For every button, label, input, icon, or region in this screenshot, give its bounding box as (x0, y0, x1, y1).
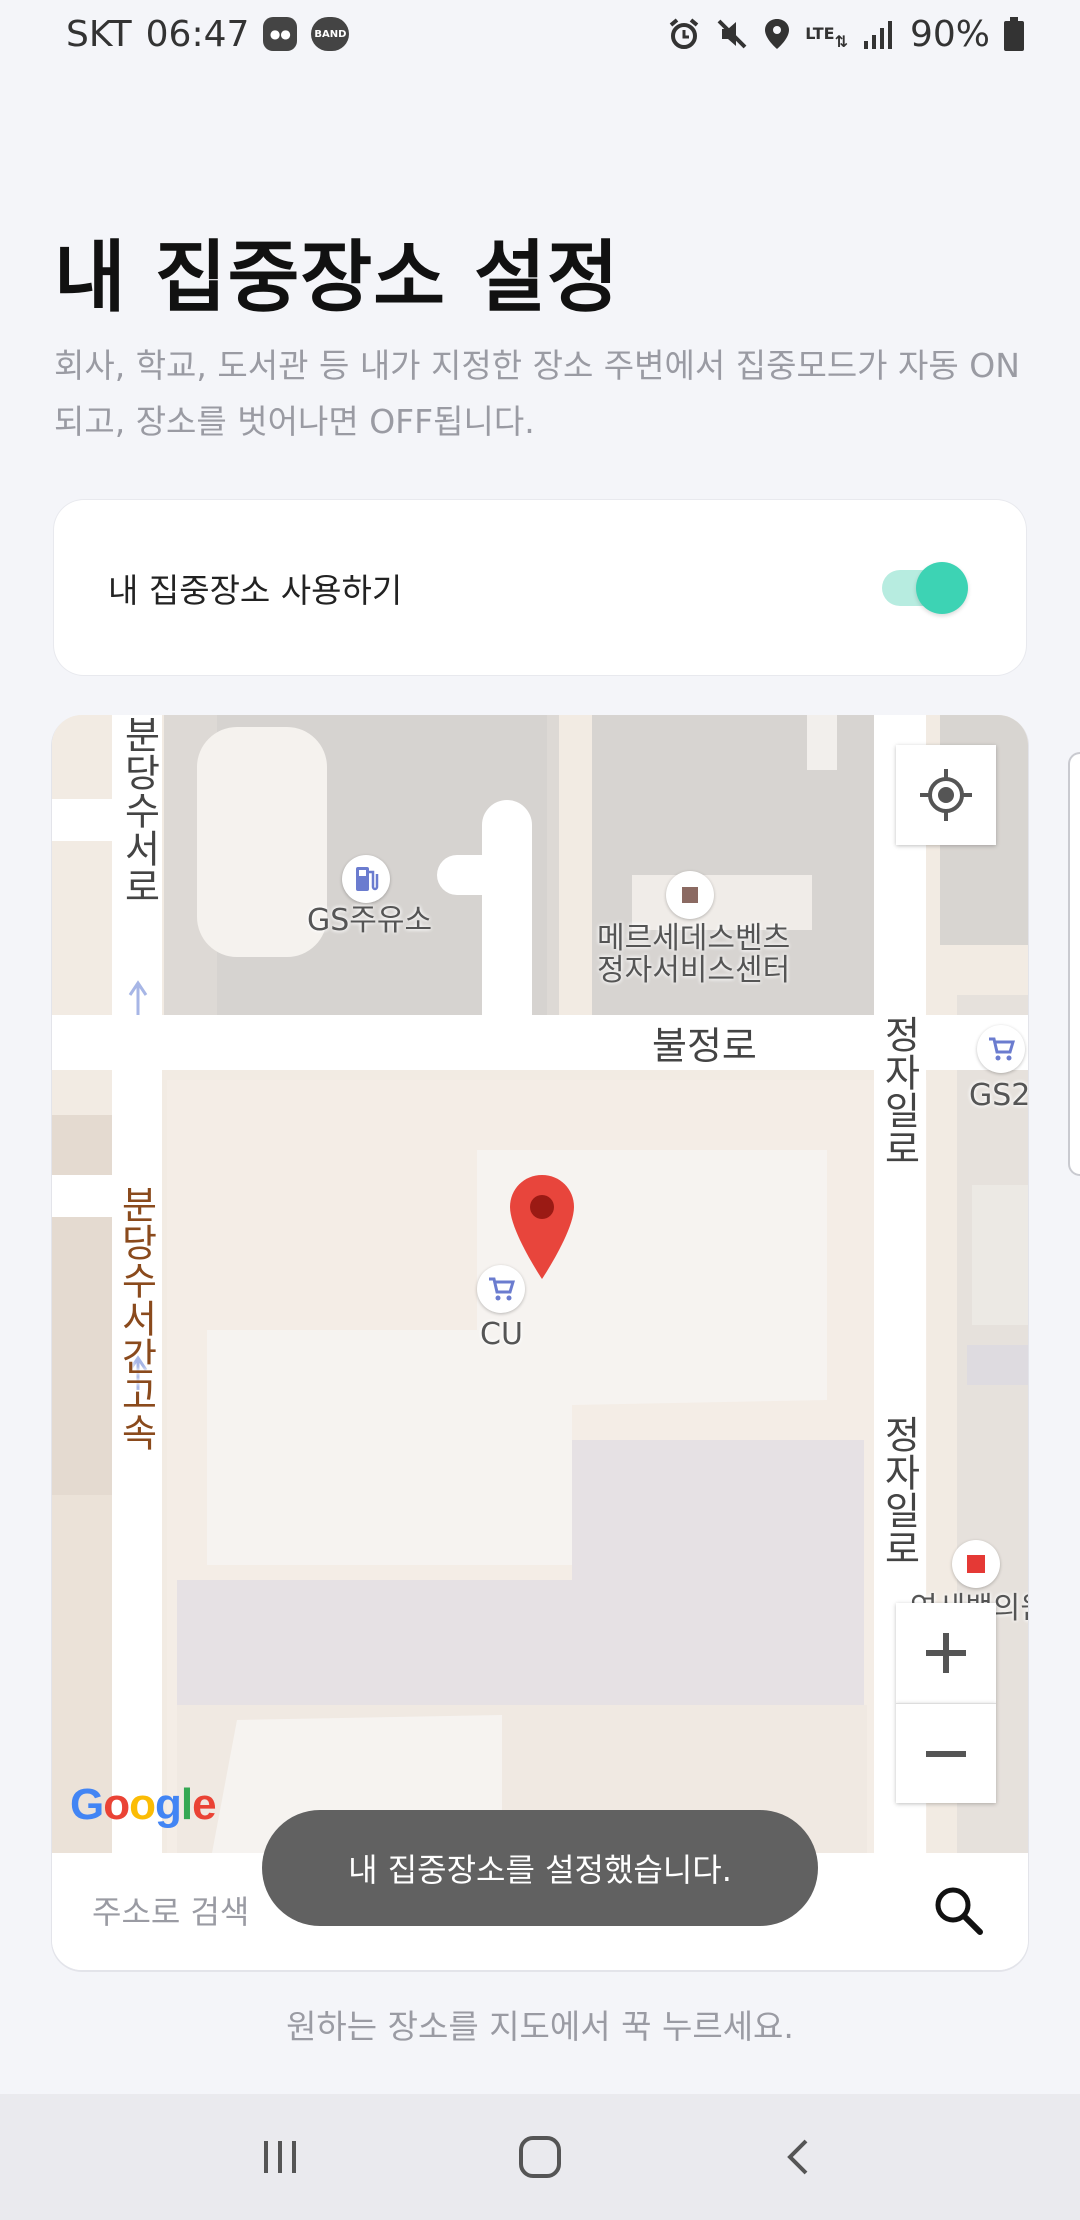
home-icon (519, 2136, 561, 2178)
alarm-icon (667, 17, 701, 51)
crosshair-icon (920, 769, 972, 821)
band-notification-icon: BAND (311, 17, 350, 51)
service-center-icon[interactable] (666, 871, 714, 919)
poi-label-mercedes: 메르세데스벤츠 정자서비스센터 (597, 923, 790, 987)
toast-message: 내 집중장소를 설정했습니다. (262, 1810, 818, 1926)
mute-icon (715, 17, 749, 51)
signal-icon (862, 19, 896, 49)
back-button[interactable] (755, 2117, 845, 2197)
minus-icon (926, 1750, 966, 1757)
road-label-jeongja-il-bottom: 정자일로 (877, 1415, 921, 1567)
google-logo: Google (70, 1780, 217, 1829)
battery-percent: 90% (909, 13, 990, 55)
poi-label-gs25: GS25 (969, 1078, 1028, 1113)
recent-apps-icon (264, 2141, 296, 2173)
road-label-bundang-suseo: 분당수서로 (117, 715, 161, 905)
toggle-label: 내 집중장소 사용하기 (108, 570, 403, 610)
back-icon (787, 2139, 808, 2175)
home-button[interactable] (495, 2117, 585, 2197)
zoom-in-button[interactable] (896, 1603, 996, 1703)
recent-apps-button[interactable] (235, 2117, 325, 2197)
gas-station-icon[interactable] (342, 855, 390, 903)
search-icon (935, 1887, 983, 1935)
battery-icon (1004, 17, 1024, 51)
search-button[interactable] (932, 1884, 984, 1940)
clock: 06:47 (145, 13, 250, 55)
my-location-button[interactable] (896, 745, 996, 845)
poi-label-gas-station: GS주유소 (307, 903, 433, 938)
shopping-cart-icon[interactable] (977, 1025, 1025, 1073)
road-label-jeongja-il-top: 정자일로 (877, 1015, 921, 1167)
page-description: 회사, 학교, 도서관 등 내가 지정한 장소 주변에서 집중모드가 자동 ON… (54, 346, 1020, 441)
focus-place-switch[interactable] (882, 561, 968, 614)
plus-icon (926, 1633, 966, 1673)
map-view[interactable]: GS주유소 메르세데스벤츠 정자서비스센터 CU GS25 연세백의원 불정로 … (52, 715, 1028, 1853)
app-notification-icon: ●● (263, 17, 298, 51)
edge-panel-handle[interactable] (1068, 752, 1080, 1176)
map-card: GS주유소 메르세데스벤츠 정자서비스센터 CU GS25 연세백의원 불정로 … (52, 715, 1028, 1970)
focus-place-toggle-card[interactable]: 내 집중장소 사용하기 (54, 500, 1026, 675)
status-bar-left: SKT 06:47 ●● BAND (66, 13, 350, 55)
poi-label-mercedes-line2: 정자서비스센터 (597, 953, 791, 988)
status-bar-right: LTE ⇅ 90% (667, 14, 1024, 55)
switch-knob (916, 561, 968, 614)
lte-icon: LTE ⇅ (805, 24, 848, 51)
carrier-label: SKT (66, 13, 132, 55)
clinic-icon[interactable] (952, 1540, 1000, 1588)
location-icon (763, 17, 791, 51)
road-label-buljeong: 불정로 (652, 1024, 757, 1068)
road-label-bundang-suseo-expressway: 분당수서간고속 (114, 1185, 158, 1451)
poi-label-mercedes-line1: 메르세데스벤츠 (597, 921, 791, 956)
zoom-out-button[interactable] (896, 1703, 996, 1803)
navigation-bar (0, 2094, 1080, 2220)
selected-location-pin-icon[interactable] (507, 1173, 577, 1287)
status-bar: SKT 06:47 ●● BAND LTE ⇅ 90% (0, 0, 1080, 68)
page-title: 내 집중장소 설정 (54, 233, 620, 323)
map-hint-text: 원하는 장소를 지도에서 꾹 누르세요. (286, 2007, 794, 2046)
poi-label-cu: CU (480, 1317, 523, 1352)
